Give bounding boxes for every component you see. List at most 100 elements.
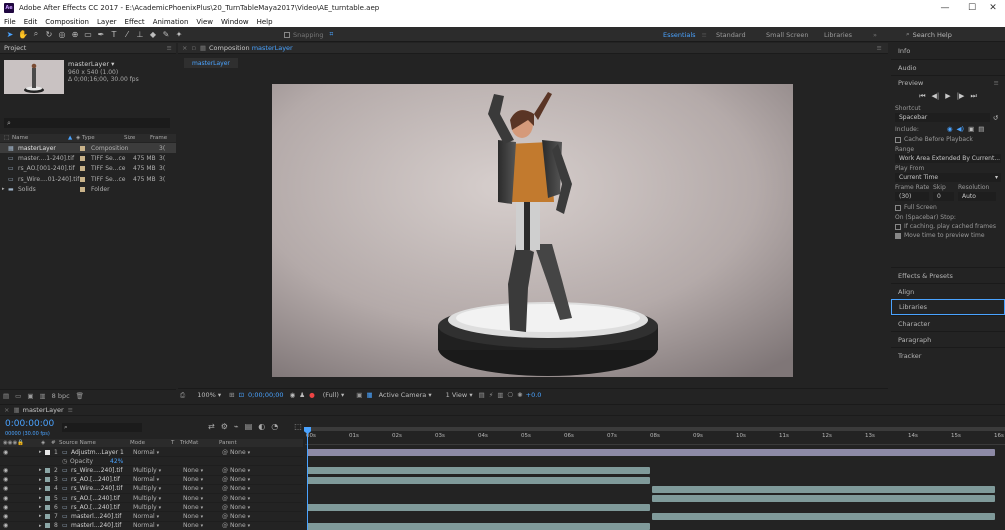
panel-menu-icon[interactable]: ≡ — [877, 44, 882, 52]
frame-blending-icon[interactable]: ▤ — [245, 422, 253, 431]
roto-brush-tool-icon[interactable]: ✎ — [160, 28, 172, 40]
timeline-tab[interactable]: masterLayer — [23, 406, 64, 414]
layer-parent[interactable]: None ▾ — [230, 485, 250, 492]
label-color-swatch[interactable] — [80, 166, 85, 172]
timeline-icon[interactable]: ▥ — [497, 391, 503, 399]
shortcut-select[interactable]: Spacebar — [895, 113, 990, 122]
brush-tool-icon[interactable]: ⁄ — [121, 28, 133, 40]
layer-name[interactable]: masterl...240].tif — [71, 522, 133, 529]
column-t[interactable]: T — [171, 440, 180, 446]
layer-row[interactable]: ◉ ▸ 7 ▭ masterl...240].tif Normal ▾ None ▾ @ Non… — [0, 512, 303, 522]
resolution-select[interactable]: Auto — [958, 192, 996, 201]
layer-trkmat[interactable]: None ▾ — [183, 476, 222, 483]
workspace-essentials[interactable]: Essentials ≡ — [663, 27, 707, 42]
project-item[interactable]: ▭ rs_AO.[001-240].tif TIFF Se...ce 475 MB 3( — [0, 164, 176, 174]
panel-menu-icon[interactable]: ≡ — [68, 406, 73, 414]
fast-preview-icon[interactable]: ⚡ — [489, 391, 494, 399]
graph-icon[interactable]: ⬚ — [294, 422, 302, 431]
layer-name[interactable]: Adjustm...Layer 1 — [71, 449, 133, 456]
layer-duration-bar[interactable] — [307, 476, 650, 484]
time-ruler[interactable]: 00s 01s 02s 03s 04s 05s 06s 07s 08s 09s 10s 11s 12s 1… — [305, 431, 1005, 445]
exposure-value[interactable]: +0.0 — [526, 391, 542, 399]
play-icon[interactable]: ▶ — [945, 92, 950, 100]
parent-pickwhip-icon[interactable]: @ — [222, 467, 230, 474]
puppet-tool-icon[interactable]: ✦ — [173, 28, 185, 40]
layer-name[interactable]: rs_AO.[...240].tif — [71, 476, 133, 483]
layer-parent[interactable]: None ▾ — [230, 495, 250, 502]
layer-mode[interactable]: Normal ▾ — [133, 513, 174, 520]
layer-row[interactable]: ◉ ▸ 3 ▭ rs_AO.[...240].tif Normal ▾ None ▾ @ Non… — [0, 476, 303, 485]
move-time-checkbox[interactable] — [895, 232, 901, 239]
column-size[interactable]: Size — [124, 135, 150, 141]
include-overlays-icon[interactable]: ▣ — [968, 125, 974, 133]
layer-parent[interactable]: None ▾ — [230, 513, 250, 520]
parent-pickwhip-icon[interactable]: @ — [222, 449, 230, 456]
audio-panel-tab[interactable]: Audio — [891, 59, 1005, 75]
layer-row[interactable]: ◉ ▸ 8 ▭ masterl...240].tif Normal ▾ None ▾ @ Non… — [0, 522, 303, 530]
column-mode[interactable]: Mode — [130, 440, 171, 446]
toggle-pixel-aspect-icon[interactable]: ▤ — [479, 391, 485, 399]
layer-name[interactable]: rs_AO.[...240].tif — [71, 495, 133, 502]
graph-editor-icon[interactable]: ◔ — [271, 422, 278, 431]
comp-subtab[interactable]: masterLayer — [184, 58, 238, 68]
snapshot-icon[interactable]: ◉ — [290, 391, 296, 399]
interpret-footage-icon[interactable]: ▤ — [3, 392, 9, 400]
next-frame-icon[interactable]: |▶ — [957, 92, 965, 100]
project-item[interactable]: ▭ rs_Wire....01-240].tif TIFF Se...ce 475 M… — [0, 174, 176, 184]
layer-mode[interactable]: Normal ▾ — [133, 449, 174, 456]
close-icon[interactable]: ✕ — [981, 0, 1005, 16]
comp-timecode[interactable]: 0;00;00;00 — [248, 391, 284, 399]
include-layers-icon[interactable]: ▤ — [978, 125, 984, 133]
new-folder-icon[interactable]: ▭ — [15, 392, 21, 400]
layer-duration-bar[interactable] — [307, 467, 650, 475]
label-color-swatch[interactable] — [45, 486, 50, 492]
layer-parent[interactable]: None ▾ — [230, 504, 250, 511]
layer-name[interactable]: rs_AO.[...240].tif — [71, 504, 133, 511]
exposure-icon[interactable]: ✺ — [517, 391, 522, 399]
camera-tool-icon[interactable]: ◎ — [56, 28, 68, 40]
visibility-icon[interactable]: ◉ — [3, 504, 12, 511]
layer-parent[interactable]: None ▾ — [230, 467, 250, 474]
layer-trkmat[interactable]: None ▾ — [183, 467, 222, 474]
panel-tab-character[interactable]: Character — [891, 315, 1005, 331]
preview-panel-tab[interactable]: Preview ≡ — [891, 75, 1005, 89]
panel-tab-libraries[interactable]: Libraries — [891, 299, 1005, 315]
cache-before-playback-option[interactable]: Cache Before Playback — [895, 136, 1001, 143]
zoom-tool-icon[interactable]: ⌕ — [30, 28, 42, 40]
menu-help[interactable]: Help — [253, 18, 277, 26]
workspace-overflow-icon[interactable]: » — [873, 27, 877, 42]
label-color-swatch[interactable] — [80, 145, 85, 151]
layer-trkmat[interactable]: None ▾ — [183, 513, 222, 520]
info-panel-tab[interactable]: Info — [891, 43, 1005, 59]
pen-tool-icon[interactable]: ✒ — [95, 28, 107, 40]
rotate-tool-icon[interactable]: ↻ — [43, 28, 55, 40]
skip-select[interactable]: 0 — [933, 192, 954, 201]
layer-parent[interactable]: None ▾ — [230, 522, 250, 529]
current-time-indicator[interactable] — [307, 427, 308, 530]
first-frame-icon[interactable]: ⏮ — [919, 92, 925, 101]
layer-row[interactable]: ◉ ▸ 2 ▭ rs_Wire....240].tif Multiply ▾ None ▾ @… — [0, 466, 303, 476]
layer-trkmat[interactable]: None ▾ — [183, 485, 222, 492]
layer-name[interactable]: rs_Wire....240].tif — [71, 485, 133, 492]
visibility-icon[interactable]: ◉ — [3, 522, 12, 529]
transparency-grid-icon[interactable]: ▦ — [366, 391, 372, 399]
label-column-icon[interactable]: ⬚ — [4, 135, 12, 141]
visibility-icon[interactable]: ◉ — [3, 495, 12, 502]
last-frame-icon[interactable]: ⏭ — [970, 92, 976, 101]
layer-parent[interactable]: None ▾ — [230, 449, 250, 456]
eraser-tool-icon[interactable]: ◆ — [147, 28, 159, 40]
menu-view[interactable]: View — [192, 18, 217, 26]
menu-composition[interactable]: Composition — [41, 18, 93, 26]
type-tool-icon[interactable]: T — [108, 28, 120, 40]
rectangle-tool-icon[interactable]: ▭ — [82, 28, 94, 40]
layer-mode[interactable]: Normal ▾ — [133, 476, 174, 483]
stop-option-move-time[interactable]: Move time to preview time — [895, 232, 1001, 239]
new-comp-icon[interactable]: ▣ — [27, 392, 33, 400]
menu-effect[interactable]: Effect — [121, 18, 149, 26]
column-parent[interactable]: Parent — [219, 440, 237, 446]
sort-icon[interactable]: ▲ — [68, 135, 76, 141]
resolution-menu[interactable]: (Full) ▾ — [323, 391, 345, 399]
hand-tool-icon[interactable]: ✋ — [17, 28, 29, 40]
include-video-icon[interactable]: ◉ — [947, 125, 953, 133]
parent-pickwhip-icon[interactable]: @ — [222, 513, 230, 520]
